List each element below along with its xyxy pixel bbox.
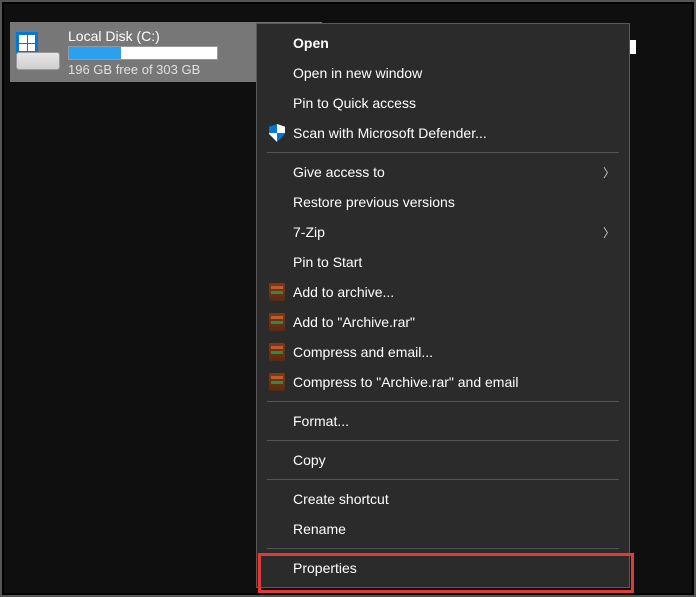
menu-icon-empty bbox=[267, 411, 287, 431]
menu-item-label: Restore previous versions bbox=[293, 194, 615, 210]
menu-icon-empty bbox=[267, 519, 287, 539]
menu-item-pin-to-start[interactable]: Pin to Start bbox=[257, 247, 629, 277]
menu-separator bbox=[267, 548, 619, 549]
menu-item-label: Give access to bbox=[293, 164, 603, 180]
menu-item-restore-previous-versions[interactable]: Restore previous versions bbox=[257, 187, 629, 217]
menu-item-label: Scan with Microsoft Defender... bbox=[293, 125, 615, 141]
menu-item-give-access-to[interactable]: Give access to〉 bbox=[257, 157, 629, 187]
menu-item-open[interactable]: Open bbox=[257, 28, 629, 58]
menu-item-scan-with-microsoft-defender[interactable]: Scan with Microsoft Defender... bbox=[257, 118, 629, 148]
menu-icon-empty bbox=[267, 192, 287, 212]
archive-icon bbox=[267, 282, 287, 302]
menu-icon-empty bbox=[267, 222, 287, 242]
menu-item-rename[interactable]: Rename bbox=[257, 514, 629, 544]
menu-item-label: Pin to Quick access bbox=[293, 95, 615, 111]
menu-item-label: Properties bbox=[293, 560, 615, 576]
chevron-right-icon: 〉 bbox=[603, 164, 615, 181]
menu-item-add-to-archive[interactable]: Add to archive... bbox=[257, 277, 629, 307]
defender-shield-icon bbox=[267, 123, 287, 143]
menu-item-label: Compress and email... bbox=[293, 344, 615, 360]
menu-item-format[interactable]: Format... bbox=[257, 406, 629, 436]
menu-item-label: Compress to "Archive.rar" and email bbox=[293, 374, 615, 390]
menu-separator bbox=[267, 152, 619, 153]
menu-icon-empty bbox=[267, 558, 287, 578]
menu-item-label: Pin to Start bbox=[293, 254, 615, 270]
menu-item-pin-to-quick-access[interactable]: Pin to Quick access bbox=[257, 88, 629, 118]
drive-usage-fill bbox=[69, 47, 121, 59]
menu-icon-empty bbox=[267, 63, 287, 83]
menu-item-properties[interactable]: Properties bbox=[257, 553, 629, 583]
windows-logo-icon bbox=[16, 32, 38, 54]
menu-item-label: Open in new window bbox=[293, 65, 615, 81]
menu-item-label: Add to archive... bbox=[293, 284, 615, 300]
context-menu: Open Open in new window Pin to Quick acces… bbox=[256, 23, 630, 588]
menu-item-compress-and-email[interactable]: Compress and email... bbox=[257, 337, 629, 367]
menu-icon-empty bbox=[267, 489, 287, 509]
menu-separator bbox=[267, 440, 619, 441]
drive-usage-bar bbox=[68, 46, 218, 60]
menu-item-add-to-archive-rar[interactable]: Add to "Archive.rar" bbox=[257, 307, 629, 337]
menu-item-label: Copy bbox=[293, 452, 615, 468]
menu-item-open-in-new-window[interactable]: Open in new window bbox=[257, 58, 629, 88]
menu-item-label: Create shortcut bbox=[293, 491, 615, 507]
menu-item-label: Rename bbox=[293, 521, 615, 537]
menu-icon-empty bbox=[267, 450, 287, 470]
drive-icon bbox=[16, 30, 60, 74]
menu-icon-empty bbox=[267, 33, 287, 53]
menu-separator bbox=[267, 401, 619, 402]
menu-item-copy[interactable]: Copy bbox=[257, 445, 629, 475]
menu-item-label: Add to "Archive.rar" bbox=[293, 314, 615, 330]
menu-item-create-shortcut[interactable]: Create shortcut bbox=[257, 484, 629, 514]
menu-icon-empty bbox=[267, 162, 287, 182]
menu-item-label: Format... bbox=[293, 413, 615, 429]
archive-icon bbox=[267, 312, 287, 332]
chevron-right-icon: 〉 bbox=[603, 224, 615, 241]
menu-separator bbox=[267, 479, 619, 480]
menu-item-label: Open bbox=[293, 35, 615, 51]
menu-icon-empty bbox=[267, 252, 287, 272]
menu-item-label: 7-Zip bbox=[293, 224, 603, 240]
menu-item-compress-to-archive-rar-and-email[interactable]: Compress to "Archive.rar" and email bbox=[257, 367, 629, 397]
archive-icon bbox=[267, 372, 287, 392]
archive-icon bbox=[267, 342, 287, 362]
menu-item-7-zip[interactable]: 7-Zip〉 bbox=[257, 217, 629, 247]
menu-icon-empty bbox=[267, 93, 287, 113]
